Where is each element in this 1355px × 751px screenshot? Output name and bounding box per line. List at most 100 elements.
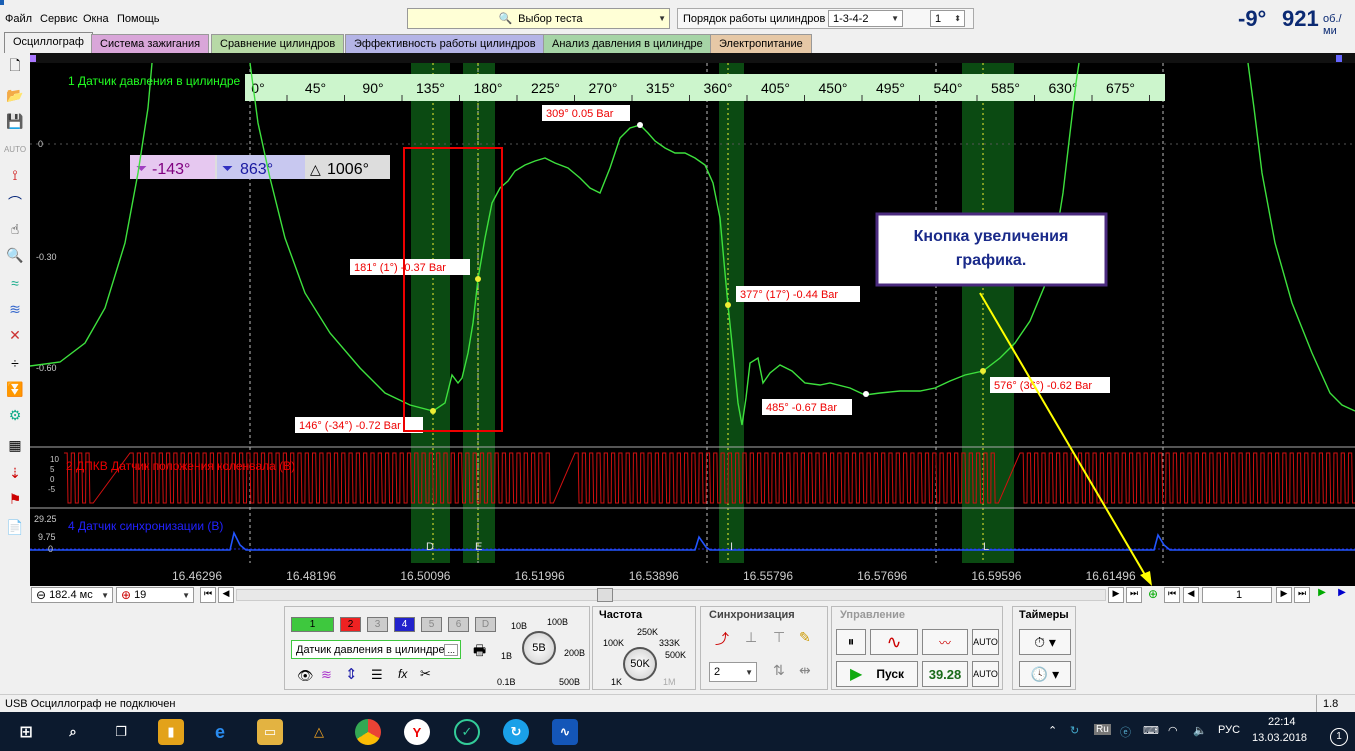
frequency-knob[interactable]: 50K (623, 647, 657, 681)
frame-next-icon[interactable]: ▶ (1276, 587, 1292, 603)
save-icon[interactable]: 💾 (4, 110, 26, 132)
last-page-icon[interactable]: ⏭ (1126, 587, 1142, 603)
play-icon[interactable]: ▶ (1314, 587, 1330, 603)
timer-2-button[interactable]: 🕓 ▾ (1019, 661, 1071, 687)
tab-cylinder-compare[interactable]: Сравнение цилиндров (211, 34, 345, 53)
open-folder-icon[interactable]: 📂 (4, 84, 26, 106)
prev-page-icon[interactable]: ◀ (218, 587, 234, 603)
channel-2-button[interactable]: 2 (340, 617, 361, 632)
channel-3-button[interactable]: 3 (367, 617, 388, 632)
timebase-select[interactable]: ⊖ 182.4 мс ▼ (31, 587, 113, 603)
arc-icon[interactable]: ⌒ (4, 192, 26, 214)
edge-browser-icon[interactable]: e (207, 719, 233, 745)
voltage-knob[interactable]: 5В (522, 631, 556, 665)
position-icon[interactable]: ⇹ (799, 662, 811, 679)
table-icon[interactable]: ▦ (4, 434, 26, 456)
sine-mode-button[interactable]: ∿ (870, 629, 918, 655)
test-select[interactable]: 🔍 Выбор теста ▼ (407, 8, 670, 29)
app-leaf-icon[interactable]: ✓ (454, 719, 480, 745)
vertical-move-icon[interactable]: ⇕ (345, 665, 358, 683)
search-icon[interactable]: ⌕ (60, 719, 86, 745)
tab-pressure-analysis[interactable]: Анализ давления в цилиндре (543, 34, 712, 53)
notification-count[interactable]: 1 (1330, 728, 1348, 746)
channel-5-button[interactable]: 5 (421, 617, 442, 632)
lines-icon[interactable]: ☰ (371, 667, 383, 683)
clock-date[interactable]: 13.03.2018 (1252, 732, 1307, 744)
oscilloscope-display[interactable]: 0 -0.30 -0.60 1 Датчик давления в цилинд… (30, 53, 1355, 586)
sync-channel-select[interactable]: 2 ▼ (709, 662, 757, 682)
horizontal-scrollbar[interactable] (236, 588, 1106, 602)
windows-start-icon[interactable]: ⊞ (13, 719, 39, 745)
archive-app-icon[interactable]: ▮ (158, 719, 184, 745)
cursor-b-handle[interactable] (1336, 55, 1342, 62)
edge-down-icon[interactable]: ⊤ (773, 629, 785, 646)
tools-icon[interactable]: ✂ (420, 666, 431, 682)
hand-icon[interactable]: ☝ (4, 218, 26, 240)
eye-icon[interactable]: 👁 (297, 668, 314, 684)
file-explorer-icon[interactable]: ▭ (257, 719, 283, 745)
plus-icon[interactable]: ⊕ (121, 588, 131, 602)
tab-oscilloscope[interactable]: Осциллограф (4, 32, 93, 53)
volume-icon[interactable]: 🔈 (1193, 724, 1207, 737)
divider-icon[interactable]: ÷ (4, 352, 26, 374)
channel-4-button[interactable]: 4 (394, 617, 415, 632)
frame-first-icon[interactable]: ⏮ (1164, 587, 1180, 603)
wave-edit-icon[interactable]: ≋ (321, 667, 332, 683)
tray-up-icon[interactable]: ⌃ (1048, 724, 1057, 737)
language-indicator[interactable]: РУС (1218, 724, 1240, 736)
play-end-icon[interactable]: ▶ (1334, 587, 1350, 603)
level-icon[interactable]: ⇅ (773, 662, 785, 679)
document-icon[interactable]: 📄 (4, 516, 26, 538)
channel-d-button[interactable]: D (475, 617, 496, 632)
next-page-icon[interactable]: ▶ (1108, 587, 1124, 603)
multi-sine-button[interactable]: 〰 (922, 629, 968, 655)
task-view-icon[interactable]: ❐ (108, 719, 134, 745)
cursor-a-handle[interactable] (30, 55, 36, 62)
zoom-select[interactable]: ⊕ 19 ▼ (116, 587, 194, 603)
frame-last-icon[interactable]: ⏭ (1294, 587, 1310, 603)
zoom-in-icon[interactable]: ⊕ (1145, 587, 1161, 603)
edge-up-icon[interactable]: ⊥ (745, 629, 757, 646)
menu-file[interactable]: Файл (5, 13, 32, 25)
tray-device-icon[interactable]: ⌨ (1143, 724, 1159, 737)
cylinder-order-select[interactable]: 1-3-4-2 ▼ (828, 10, 903, 27)
menu-help[interactable]: Помощь (117, 13, 160, 25)
flag-icon[interactable]: ⚑ (4, 488, 26, 510)
menu-service[interactable]: Сервис (40, 13, 78, 25)
tab-ignition[interactable]: Система зажигания (91, 34, 210, 53)
start-button[interactable]: ▶ Пуск (836, 661, 918, 687)
trigger-icon[interactable]: ⟟ (4, 164, 26, 186)
app-refresh-icon[interactable]: ↻ (503, 719, 529, 745)
rising-edge-icon[interactable]: ⤴ (715, 629, 729, 649)
new-file-icon[interactable]: 🗋 (4, 56, 26, 78)
chrome-icon[interactable] (355, 719, 381, 745)
channel-6-button[interactable]: 6 (448, 617, 469, 632)
menu-windows[interactable]: Окна (83, 13, 109, 25)
sensor-select[interactable]: Датчик давления в цилиндре ... (291, 640, 461, 659)
filter-icon[interactable]: ⏬ (4, 378, 26, 400)
auto-icon[interactable]: AUTO (4, 138, 26, 160)
frame-number-field[interactable]: 1 (1202, 587, 1272, 603)
cross-wave-icon[interactable]: ✕ (4, 324, 26, 346)
tab-cylinder-efficiency[interactable]: Эффективность работы цилиндров (345, 34, 545, 53)
tray-ru-icon[interactable]: Ru (1094, 724, 1111, 735)
function-icon[interactable]: fx (398, 667, 407, 681)
wave-icon[interactable]: ≈ (4, 272, 26, 294)
minus-icon[interactable]: ⊖ (36, 588, 46, 602)
wifi-icon[interactable]: ◠ (1168, 724, 1178, 737)
auto-sync-icon[interactable]: ✎ (799, 629, 811, 646)
auto-trigger-button[interactable]: AUTO (972, 661, 999, 687)
timer-1-button[interactable]: ⏱ ▾ (1019, 629, 1071, 655)
zoom-icon[interactable]: 🔍 (4, 244, 26, 266)
multi-wave-icon[interactable]: ≋ (4, 298, 26, 320)
marker-icon[interactable]: ⇣ (4, 462, 26, 484)
probe-icon[interactable]: 🖶 (473, 640, 486, 664)
cylinder-number-stepper[interactable]: 1 ⬍ (930, 10, 965, 27)
app-triangle-icon[interactable]: △ (306, 719, 332, 745)
first-page-icon[interactable]: ⏮ (200, 587, 216, 603)
clock-time[interactable]: 22:14 (1268, 716, 1296, 728)
channel-1-button[interactable]: 1 (291, 617, 334, 632)
oscilloscope-app-icon[interactable]: ∿ (552, 719, 578, 745)
scroll-thumb[interactable] (597, 588, 613, 602)
yandex-icon[interactable]: Y (404, 719, 430, 745)
